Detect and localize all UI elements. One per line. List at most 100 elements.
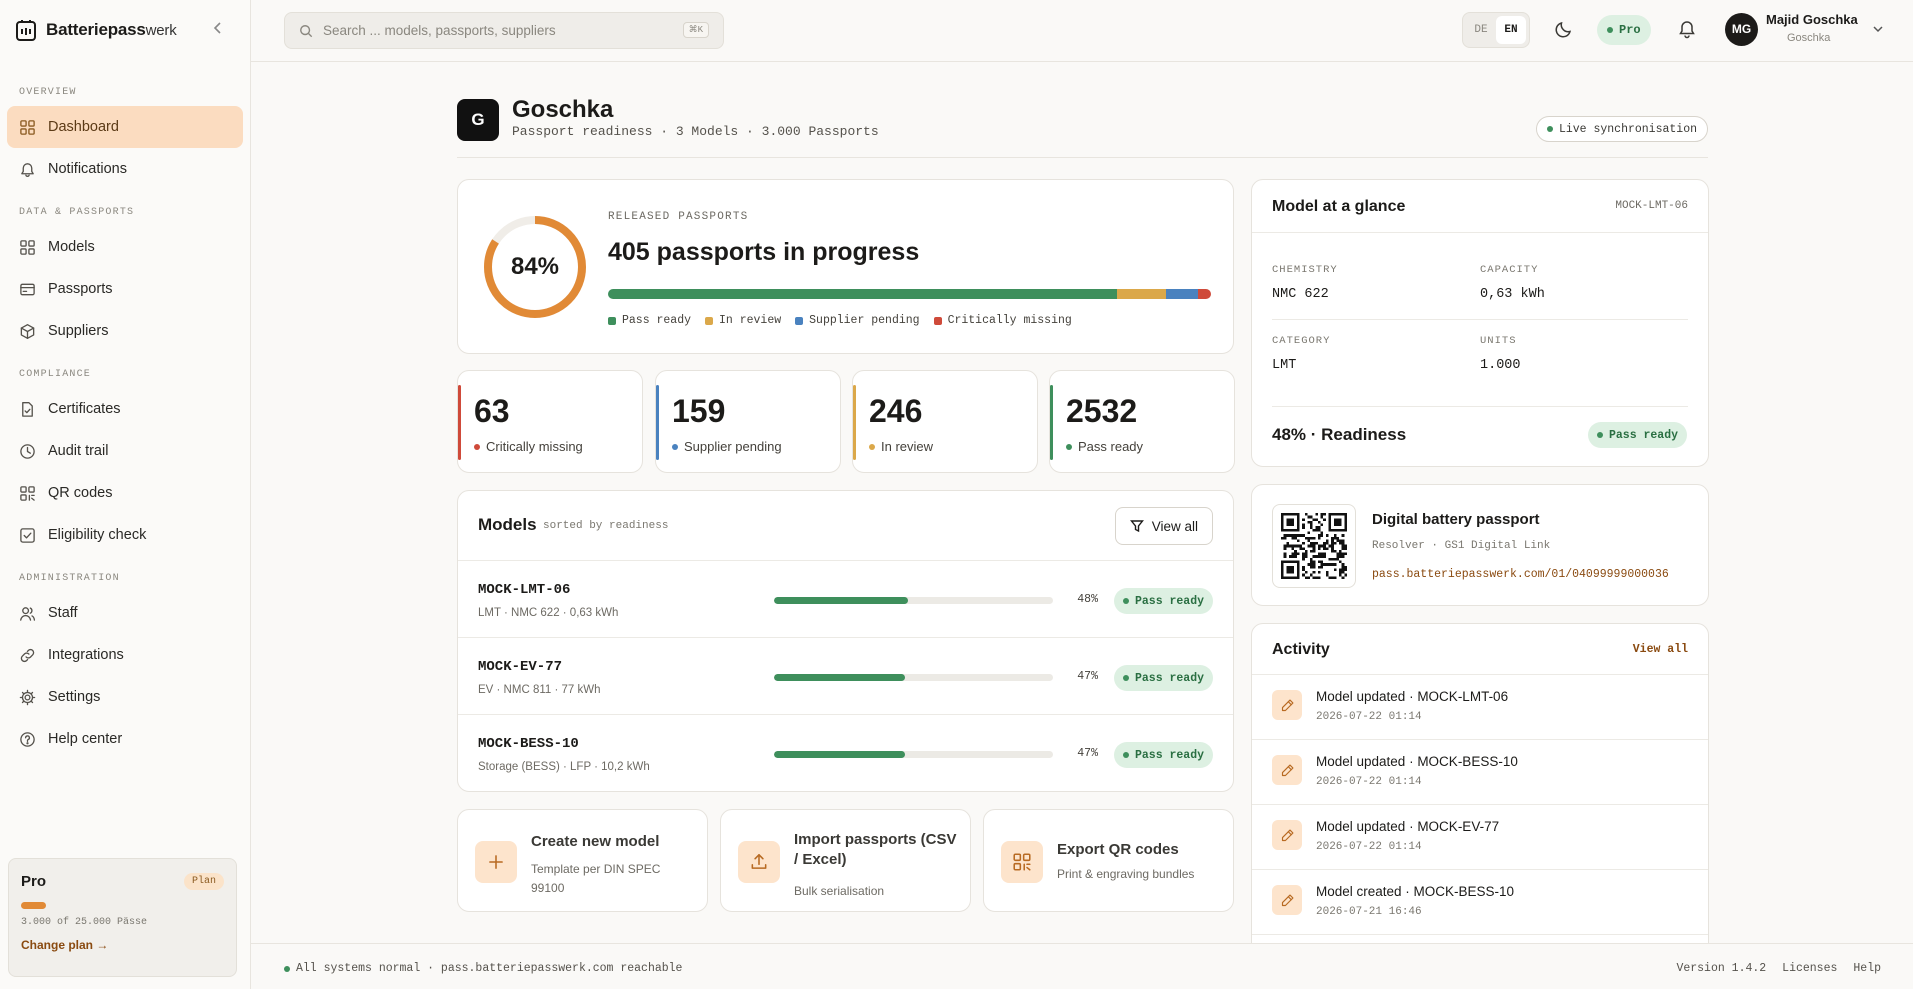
sidebar-item-help-center[interactable]: Help center [7,718,243,760]
pencil-icon [1281,894,1293,906]
chemistry-value: NMC 622 [1272,287,1329,302]
org-badge: G [457,99,499,141]
activity-time: 2026-07-22 01:14 [1316,776,1422,788]
divider [1272,406,1688,407]
sidebar-item-label: Staff [48,605,78,621]
sidebar-item-label: Eligibility check [48,527,147,543]
view-all-activity-link[interactable]: View all [1633,643,1688,656]
models-card: Models sorted by readiness View all MOCK… [457,490,1234,792]
legend-item: In review [705,314,781,327]
table-row[interactable]: MOCK-LMT-06 LMT · NMC 622 · 0,63 kWh 48% Pa… [458,561,1233,638]
nav-section-title: DATA & PASSPORTS [19,207,135,218]
version-label: Version 1.4.2 [1676,962,1767,975]
search-shortcut: ⌘K [682,22,709,38]
qr-code[interactable] [1272,504,1356,588]
action-icon [475,841,517,883]
legend-item: Supplier pending [795,314,920,327]
activity-list: Model updated · MOCK-LMT-06 2026-07-22 01… [1252,675,1708,935]
action-subtitle: Print & engraving bundles [1057,867,1195,881]
page-title: Goschka [512,96,614,123]
activity-text: Model updated · MOCK-BESS-10 [1316,754,1518,769]
lang-de-button[interactable]: DE [1466,16,1496,44]
sidebar-item-suppliers[interactable]: Suppliers [7,310,243,352]
sidebar-item-passports[interactable]: Passports [7,268,243,310]
stat-label: Pass ready [1066,439,1143,454]
change-plan-link[interactable]: Change plan → [21,938,224,952]
sidebar-item-label: Notifications [48,161,127,177]
sidebar-item-notifications[interactable]: Notifications [7,148,243,190]
legend-swatch [933,316,942,325]
live-sync-label: Live synchronisation [1558,122,1697,136]
models-title: Models [478,515,537,534]
sidebar-item-audit-trail[interactable]: Audit trail [7,430,243,472]
action-import-passports-button[interactable]: Import passports (CSV / Excel) Bulk seria… [720,809,971,912]
moon-icon[interactable] [1554,19,1574,39]
plan-usage: 3.000 of 25.000 Pässe [21,917,148,928]
status-dot [1123,752,1129,758]
sidebar-item-settings[interactable]: Settings [7,676,243,718]
digital-passport-card[interactable]: Digital battery passport Resolver · GS1 … [1251,484,1709,606]
sidebar-item-integrations[interactable]: Integrations [7,634,243,676]
sidebar-item-qr-codes[interactable]: QR codes [7,472,243,514]
search-input[interactable]: Search ... models, passports, suppliers … [284,12,724,49]
glance-title: Model at a glance [1272,198,1406,215]
list-item[interactable]: Model updated · MOCK-LMT-06 2026-07-22 01… [1252,675,1708,740]
bar-segment [608,289,1117,299]
chevron-left-icon[interactable] [210,20,226,36]
model-progress-percent: 48% [1077,593,1098,606]
stat-label-text: Supplier pending [684,439,782,454]
sidebar-item-eligibility-check[interactable]: Eligibility check [7,514,243,556]
model-progress-fill [774,751,906,758]
action-title: Export QR codes [1057,841,1179,858]
action-create-new-button[interactable]: Create new model Template per DIN SPEC 99… [457,809,708,912]
sidebar: Batteriepasswerk OVERVIEW Dashboard Notifi… [0,0,251,989]
passport-link[interactable]: pass.batteriepasswerk.com/01/04099999000… [1372,568,1669,581]
status-label: Pass ready [1135,594,1205,608]
chevron-down-icon[interactable] [1871,22,1885,36]
list-item[interactable]: Model updated · MOCK-BESS-10 2026-07-22 0… [1252,740,1708,805]
pencil-icon [1281,699,1293,711]
activity-header: Activity View all [1252,624,1708,675]
status-badge: Pass ready [1588,422,1688,448]
sidebar-item-models[interactable]: Models [7,226,243,268]
qr-icon [20,485,35,501]
status-dot [1597,432,1603,438]
action-subtitle: Bulk serialisation [794,884,885,898]
sidebar-item-label: Passports [48,281,113,297]
legend-label: Pass ready [622,314,692,327]
passport-title: Digital battery passport [1372,511,1540,528]
bell-icon[interactable] [1677,19,1697,39]
sidebar-item-label: Help center [48,731,123,747]
page-header: G Goschka Passport readiness · 3 Models … [457,96,1708,158]
sidebar-item-staff[interactable]: Staff [7,592,243,634]
action-export-qr-button[interactable]: Export QR codes Print & engraving bundles [983,809,1234,912]
model-progress-fill [774,674,906,681]
lang-en-button[interactable]: EN [1496,16,1526,44]
grid-icon [20,119,35,135]
sidebar-item-dashboard[interactable]: Dashboard [7,106,243,148]
box-icon [20,323,35,339]
user-name[interactable]: Majid Goschka [1766,12,1858,27]
avatar[interactable]: MG [1725,13,1758,46]
sidebar-item-label: Models [48,239,95,255]
model-progress-track [774,674,1053,681]
stat-label-text: In review [881,439,934,454]
list-item[interactable]: Model created · MOCK-BESS-10 2026-07-21 1… [1252,870,1708,935]
sidebar-item-certificates[interactable]: Certificates [7,388,243,430]
category-label: CATEGORY [1272,335,1331,347]
model-name: MOCK-LMT-06 [478,582,571,598]
help-link[interactable]: Help [1853,962,1881,975]
licenses-link[interactable]: Licenses [1782,962,1837,975]
page-subtitle: Passport readiness · 3 Models · 3.000 Pa… [512,124,879,139]
stat-card: 63 Critically missing [457,370,643,473]
table-row[interactable]: MOCK-BESS-10 Storage (BESS) · LFP · 10,2 … [458,715,1233,792]
qr-code-icon [1281,513,1347,579]
legend-item: Pass ready [608,314,691,327]
view-all-models-button[interactable]: View all [1114,507,1213,545]
action-icon [738,841,780,883]
qr-icon [1013,853,1031,871]
list-item[interactable]: Model updated · MOCK-EV-77 2026-07-22 01:… [1252,805,1708,870]
model-progress-fill [774,597,908,604]
table-row[interactable]: MOCK-EV-77 EV · NMC 811 · 77 kWh 47% Pass r… [458,638,1233,715]
status-badge: Pass ready [1114,665,1214,691]
